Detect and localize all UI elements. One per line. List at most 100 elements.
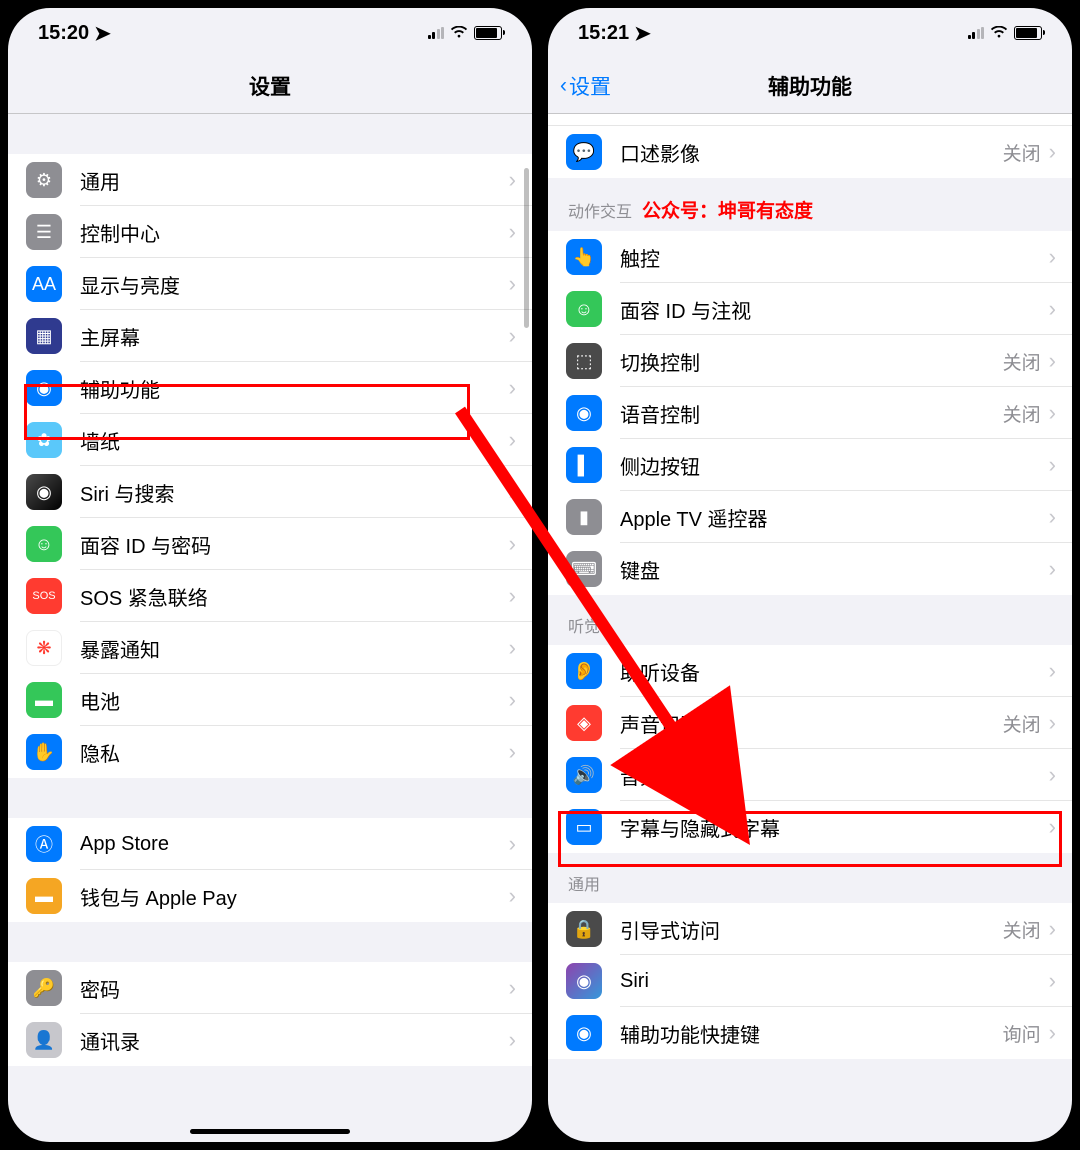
row-label: 显示与亮度: [80, 270, 509, 299]
touch-icon: 👆: [566, 239, 602, 275]
guided-icon: 🔒: [566, 911, 602, 947]
row-audio-desc[interactable]: 💬口述影像关闭›: [548, 126, 1072, 178]
row-label: 口述影像: [620, 138, 1003, 167]
row-siri[interactable]: ◉Siri 与搜索›: [8, 466, 532, 518]
chevron-right-icon: ›: [509, 583, 516, 609]
status-bar: 15:21 ➤: [548, 8, 1072, 58]
row-label: 引导式访问: [620, 915, 1003, 944]
row-home[interactable]: ▦主屏幕›: [8, 310, 532, 362]
row-shortcut[interactable]: ◉辅助功能快捷键询问›: [548, 1007, 1072, 1059]
row-label: 隐私: [80, 738, 509, 767]
wifi-icon: [990, 26, 1008, 40]
status-icons: [968, 26, 1043, 40]
chevron-right-icon: ›: [1049, 710, 1056, 736]
section-header-general: 通用: [548, 853, 1072, 903]
row-appstore[interactable]: ⒶApp Store›: [8, 818, 532, 870]
voice-control-icon: ◉: [566, 395, 602, 431]
chevron-right-icon: ›: [509, 479, 516, 505]
back-button[interactable]: ‹ 设置: [560, 71, 611, 101]
signal-icon: [968, 27, 985, 39]
privacy-icon: ✋: [26, 734, 62, 770]
section-header-interaction: 动作交互 公众号：坤哥有态度: [548, 178, 1072, 231]
left-phone-settings: 15:20 ➤ 设置 ⚙通用›☰控制中心› AA 显示与亮度 › ▦主屏幕›◉辅助功能›…: [5, 5, 535, 1145]
row-sos[interactable]: SOS SOS 紧急联络›: [8, 570, 532, 622]
side-button-icon: ▌: [566, 447, 602, 483]
row-faceid[interactable]: ☺面容 ID 与密码›: [8, 518, 532, 570]
row-label: SOS 紧急联络: [80, 582, 509, 611]
row-control[interactable]: ☰控制中心›: [8, 206, 532, 258]
chevron-right-icon: ›: [1049, 762, 1056, 788]
row-label: 语音控制: [620, 399, 1003, 428]
row-label: 主屏幕: [80, 322, 509, 351]
back-label: 设置: [569, 71, 611, 101]
row-wallet[interactable]: ▬ 钱包与 Apple Pay›: [8, 870, 532, 922]
row-label: Siri: [620, 970, 1049, 993]
row-passwords[interactable]: 🔑密码›: [8, 962, 532, 1014]
row-value: 询问: [1003, 1020, 1041, 1047]
row-display[interactable]: AA显示与亮度›: [8, 258, 532, 310]
right-phone-accessibility: 15:21 ➤ ‹ 设置 辅助功能 💬口述影像关闭› 动作交互 公众号：坤哥有态…: [545, 5, 1075, 1145]
row-face-attention[interactable]: ☺面容 ID 与注视›: [548, 283, 1072, 335]
exposure-icon: ❋: [26, 630, 62, 666]
row-label: 面容 ID 与密码: [80, 530, 509, 559]
chevron-right-icon: ›: [509, 375, 516, 401]
row-keyboard[interactable]: ⌨键盘›: [548, 543, 1072, 595]
row-label: 钱包与 Apple Pay: [80, 882, 509, 911]
row-switch-control[interactable]: ⬚切换控制关闭›: [548, 335, 1072, 387]
row-audio-visual[interactable]: 🔊音频/视觉›: [548, 749, 1072, 801]
row-label: 密码: [80, 974, 509, 1003]
section-label: 动作交互: [568, 198, 632, 222]
accessibility-list-1: 👆触控›☺面容 ID 与注视›⬚切换控制关闭›◉语音控制关闭›▌侧边按钮›▮Ap…: [548, 231, 1072, 595]
home-indicator[interactable]: [190, 1129, 350, 1134]
row-guided[interactable]: 🔒引导式访问关闭›: [548, 903, 1072, 955]
row-siri[interactable]: ◉Siri›: [548, 955, 1072, 1007]
audio-visual-icon: 🔊: [566, 757, 602, 793]
row-label: Apple TV 遥控器: [620, 503, 1049, 532]
scrollbar[interactable]: [524, 168, 529, 328]
status-icons: [428, 26, 503, 40]
row-exposure[interactable]: ❋暴露通知›: [8, 622, 532, 674]
row-contacts[interactable]: 👤通讯录›: [8, 1014, 532, 1066]
row-privacy[interactable]: ✋隐私›: [8, 726, 532, 778]
row-label: 电池: [80, 686, 509, 715]
partial-row-top: [548, 114, 1072, 126]
row-label: 辅助功能: [80, 374, 509, 403]
display-icon: AA: [26, 266, 62, 302]
row-wallpaper[interactable]: ✿墙纸›: [8, 414, 532, 466]
chevron-right-icon: ›: [1049, 139, 1056, 165]
status-time: 15:21: [578, 22, 629, 45]
row-sound-rec[interactable]: ◈声音识别关闭›: [548, 697, 1072, 749]
chevron-right-icon: ›: [1049, 968, 1056, 994]
row-general[interactable]: ⚙通用›: [8, 154, 532, 206]
row-subtitles[interactable]: ▭字幕与隐藏式字幕›: [548, 801, 1072, 853]
row-hearing[interactable]: 👂助听设备›: [548, 645, 1072, 697]
section-header-hearing: 听觉: [548, 595, 1072, 645]
chevron-right-icon: ›: [509, 883, 516, 909]
subtitles-icon: ▭: [566, 809, 602, 845]
row-apple-tv[interactable]: ▮Apple TV 遥控器›: [548, 491, 1072, 543]
wallet-icon: ▬: [26, 878, 62, 914]
chevron-right-icon: ›: [1049, 556, 1056, 582]
chevron-right-icon: ›: [1049, 348, 1056, 374]
chevron-right-icon: ›: [509, 975, 516, 1001]
keyboard-icon: ⌨: [566, 551, 602, 587]
row-label: 通用: [80, 166, 509, 195]
row-label: 触控: [620, 243, 1049, 272]
row-voice-control[interactable]: ◉语音控制关闭›: [548, 387, 1072, 439]
shortcut-icon: ◉: [566, 1015, 602, 1051]
chevron-right-icon: ›: [509, 687, 516, 713]
status-bar: 15:20 ➤: [8, 8, 532, 58]
chevron-right-icon: ›: [1049, 916, 1056, 942]
sos-icon: SOS: [26, 578, 62, 614]
row-label: 声音识别: [620, 709, 1003, 738]
chevron-left-icon: ‹: [560, 74, 567, 98]
row-side-button[interactable]: ▌侧边按钮›: [548, 439, 1072, 491]
row-label: 暴露通知: [80, 634, 509, 663]
wifi-icon: [450, 26, 468, 40]
nav-bar: 设置: [8, 58, 532, 114]
row-label: 字幕与隐藏式字幕: [620, 813, 1049, 842]
row-touch[interactable]: 👆触控›: [548, 231, 1072, 283]
row-value: 关闭: [1003, 139, 1041, 166]
row-battery[interactable]: ▬电池›: [8, 674, 532, 726]
row-access[interactable]: ◉辅助功能›: [8, 362, 532, 414]
